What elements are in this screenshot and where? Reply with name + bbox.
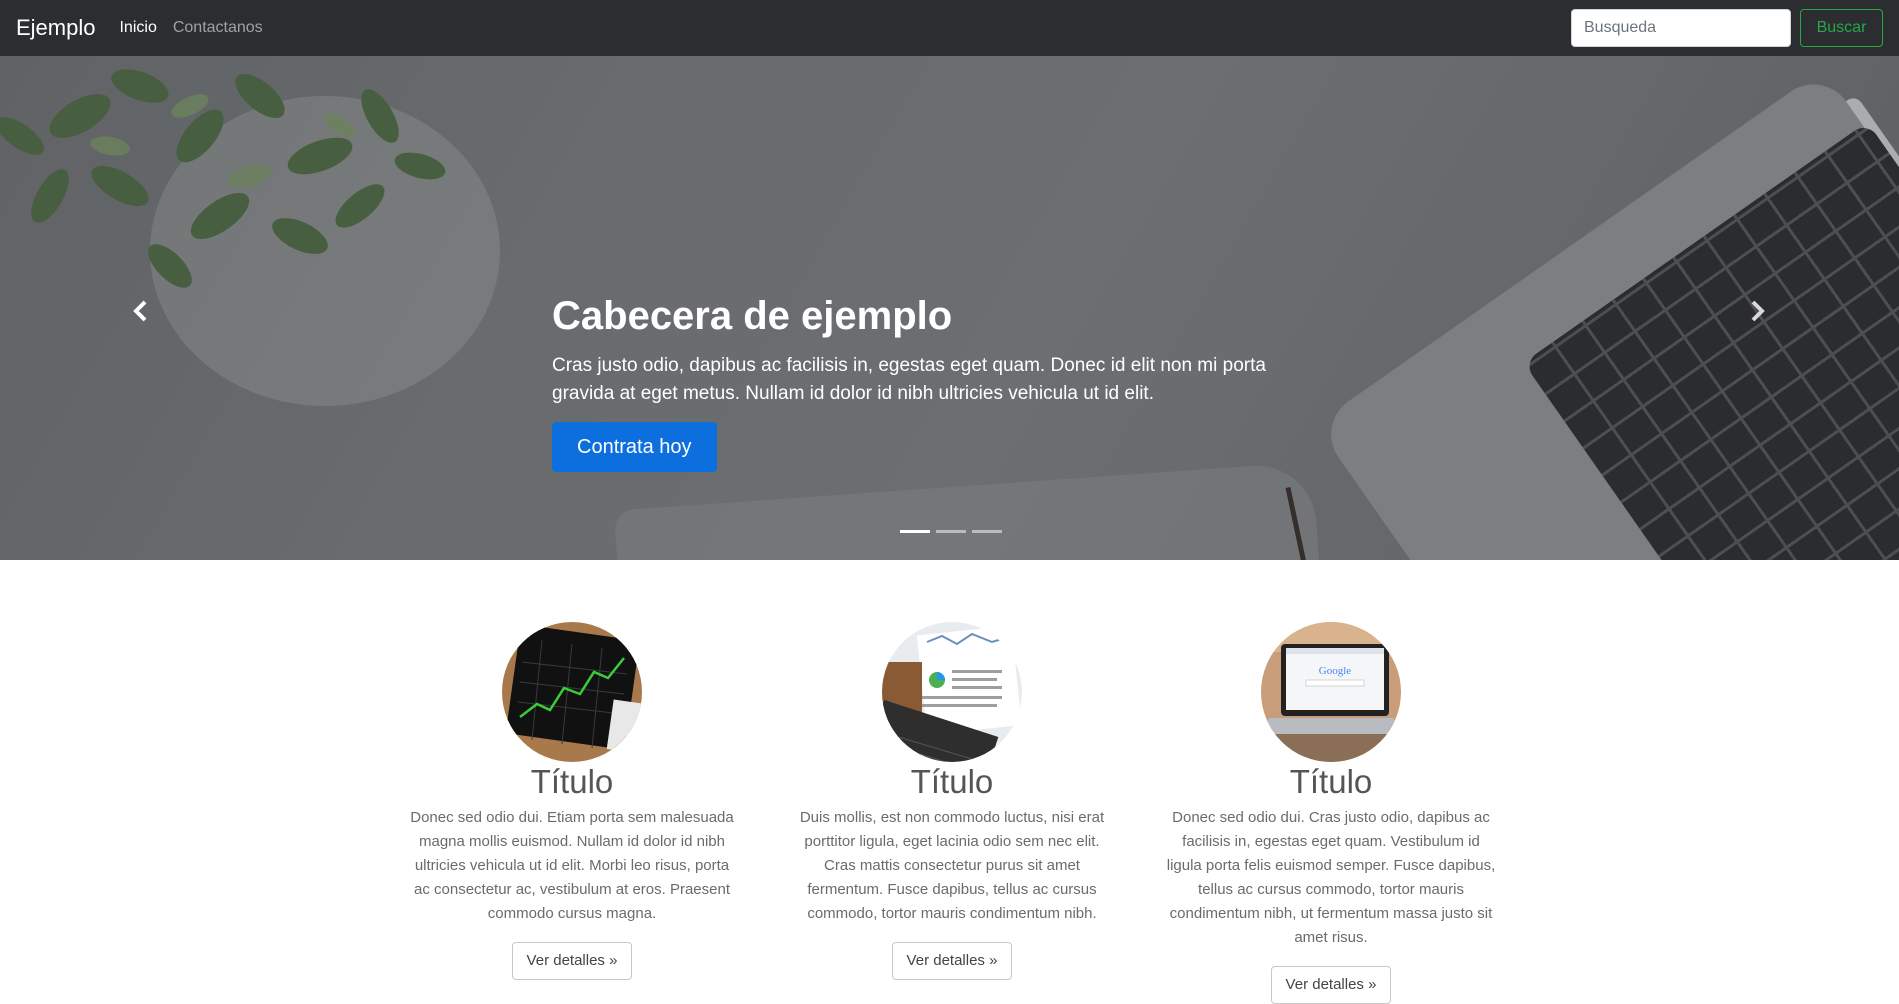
feature-column-2: Título Duis mollis, est non commodo luct…	[787, 622, 1117, 980]
carousel-next-arrow-icon[interactable]	[1746, 291, 1770, 331]
nav-link-contactanos[interactable]: Contactanos	[173, 19, 263, 37]
feature-column-3: Google Título Donec sed odio dui. Cras j…	[1166, 622, 1496, 1004]
search-button[interactable]: Buscar	[1800, 9, 1883, 47]
navbar: Ejemplo Inicio Contactanos Buscar	[0, 0, 1899, 56]
feature-text-2: Duis mollis, est non commodo luctus, nis…	[799, 809, 1105, 922]
hero-caption: Cabecera de ejemplo Cras justo odio, dap…	[552, 292, 1332, 472]
feature-image-laptop-search: Google	[1261, 622, 1401, 762]
navbar-search-form: Buscar	[1571, 9, 1883, 47]
nav-link-inicio[interactable]: Inicio	[119, 19, 156, 37]
feature-text-1: Donec sed odio dui. Etiam porta sem male…	[410, 809, 734, 922]
carousel-indicator-2[interactable]	[936, 530, 966, 533]
carousel-indicator-3[interactable]	[972, 530, 1002, 533]
feature-title-2: Título	[910, 763, 994, 800]
feature-details-button-3[interactable]: Ver detalles »	[1270, 966, 1392, 1004]
svg-text:Google: Google	[1319, 665, 1352, 677]
hero-title: Cabecera de ejemplo	[552, 294, 953, 338]
carousel-indicators	[900, 530, 1008, 533]
feature-details-button-1[interactable]: Ver detalles »	[511, 942, 633, 980]
navbar-brand[interactable]: Ejemplo	[16, 15, 95, 41]
feature-column-1: Título Donec sed odio dui. Etiam porta s…	[407, 622, 737, 980]
feature-details-button-2[interactable]: Ver detalles »	[891, 942, 1013, 980]
feature-text-3: Donec sed odio dui. Cras justo odio, dap…	[1166, 809, 1496, 946]
feature-image-stock-chart	[502, 622, 642, 762]
carousel-indicator-1[interactable]	[900, 530, 930, 533]
hero-carousel: Cabecera de ejemplo Cras justo odio, dap…	[0, 56, 1899, 560]
feature-image-report-documents	[882, 622, 1022, 762]
hero-text: Cras justo odio, dapibus ac facilisis in…	[552, 355, 1266, 404]
carousel-prev-arrow-icon[interactable]	[128, 291, 152, 331]
feature-title-3: Título	[1289, 763, 1373, 800]
search-input[interactable]	[1571, 9, 1791, 47]
hero-cta-button[interactable]: Contrata hoy	[552, 422, 717, 472]
feature-title-1: Título	[530, 763, 614, 800]
